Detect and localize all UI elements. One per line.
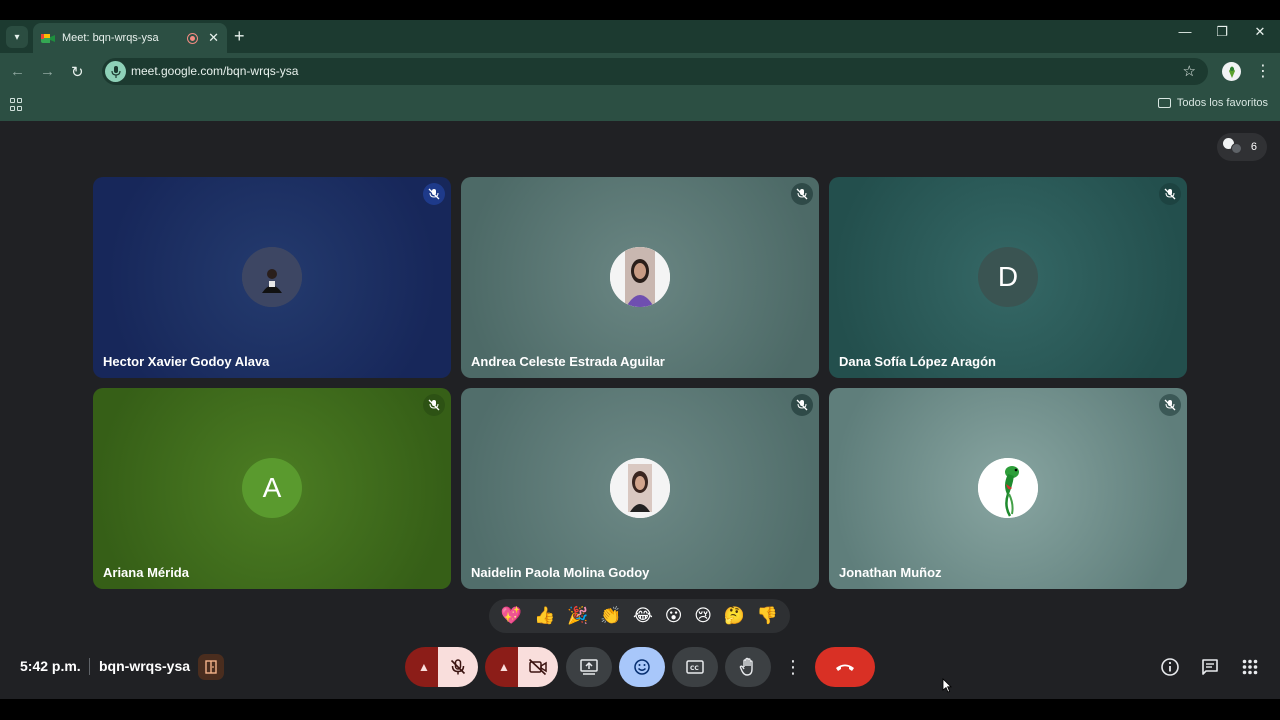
activities-grid-icon[interactable] [1239,656,1261,678]
participant-avatar: D [978,247,1038,307]
participant-tile[interactable]: Hector Xavier Godoy Alava [93,177,451,378]
raise-hand-button[interactable] [725,647,771,687]
reaction-party[interactable]: 🎉 [567,606,588,626]
bookmark-star-icon[interactable]: ☆ [1183,62,1196,80]
address-bar[interactable]: meet.google.com/bqn-wrqs-ysa ☆ [102,58,1208,85]
apps-grid-icon[interactable] [10,98,23,111]
participant-tile[interactable]: D Dana Sofía López Aragón [829,177,1187,378]
participants-chip[interactable]: 6 [1217,133,1267,161]
participant-tile[interactable]: Andrea Celeste Estrada Aguilar [461,177,819,378]
meeting-code: bqn-wrqs-ysa [99,658,191,674]
tab-search-chevron-icon[interactable]: ▾ [6,26,28,48]
participant-name: Jonathan Muñoz [839,565,942,580]
meet-stage: 6 Hector Xavier Godoy Alava Andrea Celes… [0,121,1280,699]
mic-muted-icon [1159,394,1181,416]
participant-avatar [610,247,670,307]
chevron-up-icon: ▲ [418,660,430,674]
profile-avatar[interactable] [1222,62,1241,81]
top-black-bar [0,0,1280,20]
all-bookmarks-label: Todos los favoritos [1176,97,1268,109]
participant-count: 6 [1250,141,1257,153]
minimize-icon[interactable]: — [1170,24,1200,39]
participant-tile[interactable]: A Ariana Mérida [93,388,451,589]
microphone-active-icon[interactable] [105,61,126,82]
captions-icon: CC [686,660,704,674]
tab-title: Meet: bqn-wrqs-ysa [62,32,159,44]
leave-call-button[interactable] [815,647,875,687]
svg-text:CC: CC [690,665,699,672]
tab-meet[interactable]: Meet: bqn-wrqs-ysa ✕ [33,23,227,53]
raise-hand-icon [739,657,753,676]
reaction-surprised[interactable]: 😮 [665,606,683,626]
participant-avatar [242,247,302,307]
bottom-black-bar [0,699,1280,720]
mic-muted-icon [791,183,813,205]
present-screen-button[interactable] [566,647,612,687]
recording-icon [187,32,199,44]
microphone-toggle-button[interactable] [438,647,478,687]
reaction-thumbs-down[interactable]: 👎 [757,606,778,626]
mic-muted-icon [423,394,445,416]
folder-icon [1157,98,1171,108]
reaction-laugh[interactable]: 😂 [633,606,653,626]
meet-favicon-icon [41,32,55,44]
bookmarks-bar: Todos los favoritos [0,89,1280,121]
mouse-cursor-icon [942,678,952,693]
participant-name: Ariana Mérida [103,565,189,580]
reaction-thumbs-up[interactable]: 👍 [534,606,555,626]
participant-tile[interactable]: Naidelin Paola Molina Godoy [461,388,819,589]
participant-tile[interactable]: Jonathan Muñoz [829,388,1187,589]
mic-muted-icon [1159,183,1181,205]
camera-off-icon [528,658,547,676]
browser-menu-icon[interactable]: ⋮ [1255,61,1271,81]
back-icon[interactable]: ← [10,63,25,80]
host-controls-icon[interactable] [198,654,224,680]
restore-icon[interactable]: ❐ [1207,24,1237,40]
forward-icon[interactable]: → [40,63,55,80]
meeting-clock: 5:42 p.m. [20,658,81,674]
reaction-thinking[interactable]: 🤔 [724,606,745,626]
window-close-icon[interactable]: ✕ [1245,24,1275,40]
reactions-button[interactable] [619,647,665,687]
emoji-icon [634,659,650,675]
mic-off-icon [450,659,466,675]
participant-name: Hector Xavier Godoy Alava [103,354,270,369]
camera-toggle-button[interactable] [518,647,558,687]
participant-name: Dana Sofía López Aragón [839,354,996,369]
participant-name: Naidelin Paola Molina Godoy [471,565,650,580]
participant-avatar [978,458,1038,518]
chat-icon[interactable] [1199,656,1221,678]
participant-avatar: A [242,458,302,518]
reaction-clap[interactable]: 👏 [600,606,621,626]
reaction-sad[interactable]: 😢 [694,606,712,626]
url-text[interactable]: meet.google.com/bqn-wrqs-ysa [131,64,298,78]
reload-icon[interactable]: ↻ [71,63,84,81]
reaction-heart[interactable]: 💖 [501,606,522,626]
new-tab-button[interactable]: + [234,26,245,46]
more-options-icon[interactable]: ⋮ [782,647,804,687]
participant-avatar [610,458,670,518]
browser-toolbar: ← → ↻ meet.google.com/bqn-wrqs-ysa ☆ ⋮ [0,53,1280,89]
all-bookmarks-folder[interactable]: Todos los favoritos [1157,97,1268,109]
meeting-info-icon[interactable] [1159,656,1181,678]
tab-close-icon[interactable]: ✕ [208,30,219,46]
captions-button[interactable]: CC [672,647,718,687]
chevron-up-icon: ▲ [498,660,510,674]
divider [89,658,90,675]
reactions-bar: 💖 👍 🎉 👏 😂 😮 😢 🤔 👎 [489,599,790,633]
mic-muted-icon [423,183,445,205]
present-icon [580,659,598,675]
tab-strip: ▾ Meet: bqn-wrqs-ysa ✕ + — ❐ ✕ [0,20,1280,53]
hang-up-icon [836,664,854,671]
participant-avatars-icon [1223,138,1243,156]
mic-muted-icon [791,394,813,416]
participant-name: Andrea Celeste Estrada Aguilar [471,354,665,369]
